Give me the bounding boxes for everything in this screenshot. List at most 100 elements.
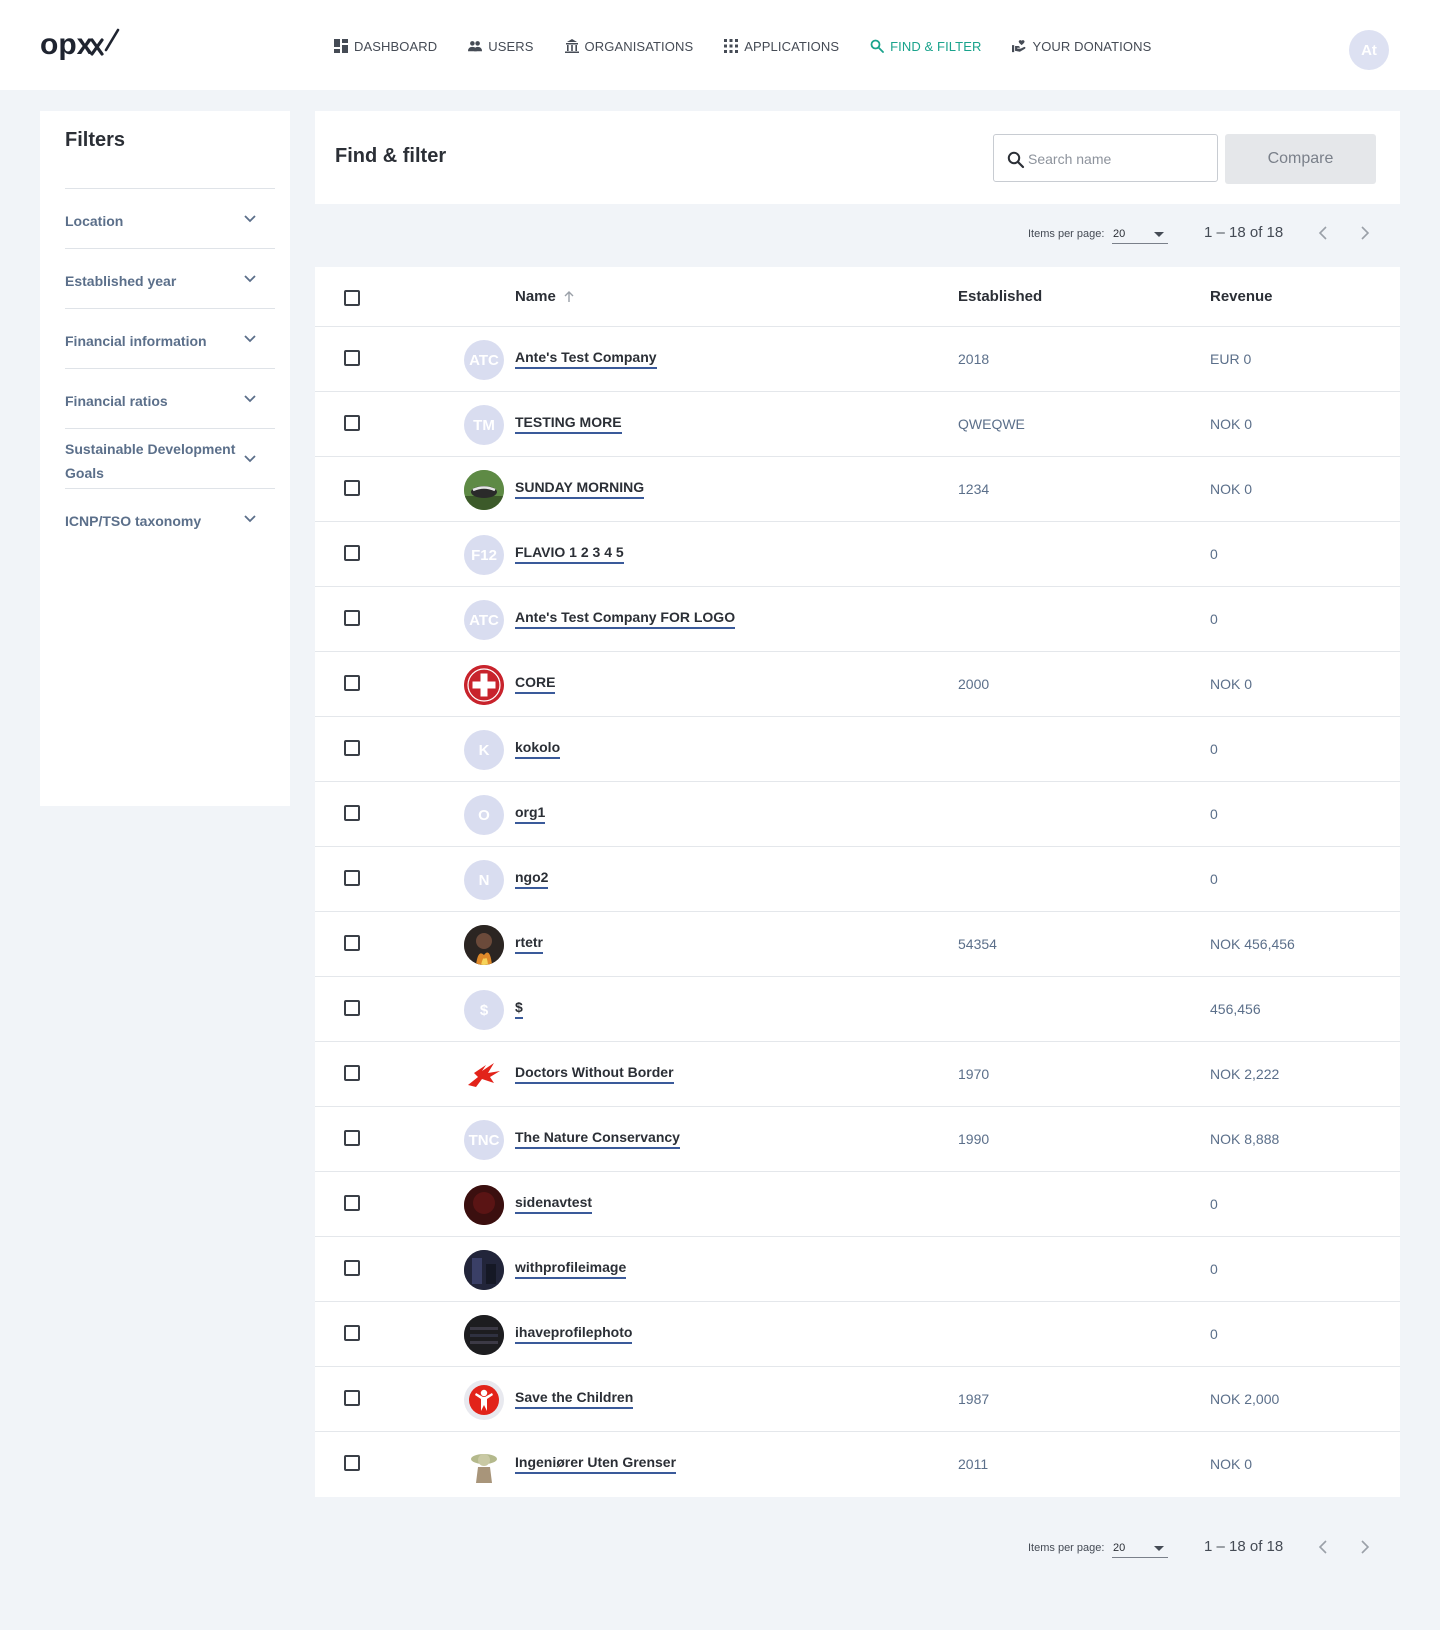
- table-row[interactable]: TM TESTING MORE QWEQWE NOK 0: [315, 392, 1400, 457]
- table-row[interactable]: SUNDAY MORNING 1234 NOK 0: [315, 457, 1400, 522]
- user-avatar[interactable]: At: [1349, 30, 1389, 70]
- previous-page-icon[interactable]: [1315, 224, 1333, 242]
- column-header-established[interactable]: Established: [958, 288, 1042, 305]
- column-header-name[interactable]: Name: [515, 288, 575, 305]
- org-name-link[interactable]: Ante's Test Company FOR LOGO: [515, 609, 736, 629]
- nav-applications-label: APPLICATIONS: [744, 38, 840, 54]
- org-name-link[interactable]: FLAVIO 1 2 3 4 5: [515, 544, 624, 564]
- items-per-page-select[interactable]: 20: [1112, 222, 1168, 244]
- filter-financial-information[interactable]: Financial information: [65, 308, 275, 368]
- row-checkbox[interactable]: [344, 1325, 360, 1341]
- row-checkbox[interactable]: [344, 1065, 360, 1081]
- paginator-top: Items per page: 20 1 – 18 of 18: [315, 216, 1400, 250]
- revenue-cell: 456,456: [1210, 1001, 1261, 1017]
- table-row[interactable]: Save the Children 1987 NOK 2,000: [315, 1367, 1400, 1432]
- org-name-link[interactable]: withprofileimage: [515, 1259, 627, 1279]
- table-row[interactable]: Doctors Without Border 1970 NOK 2,222: [315, 1042, 1400, 1107]
- row-checkbox[interactable]: [344, 1000, 360, 1016]
- row-checkbox[interactable]: [344, 805, 360, 821]
- filter-financial-ratios[interactable]: Financial ratios: [65, 368, 275, 428]
- revenue-cell: 0: [1210, 546, 1218, 562]
- org-name-link[interactable]: ngo2: [515, 869, 549, 889]
- nav-find-filter[interactable]: FIND & FILTER: [870, 36, 981, 56]
- org-name-link[interactable]: rtetr: [515, 934, 544, 954]
- row-checkbox[interactable]: [344, 1455, 360, 1471]
- table-row[interactable]: ihaveprofilephoto 0: [315, 1302, 1400, 1367]
- search-input[interactable]: [1028, 147, 1208, 171]
- opx-logo[interactable]: opx: [40, 26, 120, 64]
- table-row[interactable]: rtetr 54354 NOK 456,456: [315, 912, 1400, 977]
- figure-photo-icon: [471, 1454, 497, 1483]
- column-header-revenue[interactable]: Revenue: [1210, 288, 1273, 305]
- table-row[interactable]: O org1 0: [315, 782, 1400, 847]
- row-checkbox[interactable]: [344, 870, 360, 886]
- items-per-page-select[interactable]: 20: [1112, 1536, 1168, 1558]
- org-avatar: ATC: [464, 600, 504, 640]
- table-row[interactable]: withprofileimage 0: [315, 1237, 1400, 1302]
- dark-blue-photo-icon: [464, 1250, 504, 1290]
- filter-label: Established year: [65, 273, 177, 289]
- table-row[interactable]: ATC Ante's Test Company 2018 EUR 0: [315, 327, 1400, 392]
- org-name-link[interactable]: CORE: [515, 674, 556, 694]
- nav-your-donations[interactable]: YOUR DONATIONS: [1012, 36, 1151, 56]
- table-row[interactable]: ATC Ante's Test Company FOR LOGO 0: [315, 587, 1400, 652]
- table-row[interactable]: Ingeniører Uten Grenser 2011 NOK 0: [315, 1432, 1400, 1497]
- filter-sdg[interactable]: Sustainable Development Goals: [65, 428, 275, 488]
- org-name-link[interactable]: SUNDAY MORNING: [515, 479, 645, 499]
- filter-icnp-tso-taxonomy[interactable]: ICNP/TSO taxonomy: [65, 488, 275, 538]
- row-checkbox[interactable]: [344, 1260, 360, 1276]
- revenue-cell: 0: [1210, 806, 1218, 822]
- row-checkbox[interactable]: [344, 1390, 360, 1406]
- items-per-page-value: 20: [1113, 1542, 1126, 1554]
- chevron-down-icon: [244, 515, 256, 523]
- row-checkbox[interactable]: [344, 1130, 360, 1146]
- table-row[interactable]: F12 FLAVIO 1 2 3 4 5 0: [315, 522, 1400, 587]
- org-name-link[interactable]: Ante's Test Company: [515, 349, 657, 369]
- row-checkbox[interactable]: [344, 415, 360, 431]
- table-row[interactable]: sidenavtest 0: [315, 1172, 1400, 1237]
- org-avatar: O: [464, 795, 504, 835]
- org-name-link[interactable]: TESTING MORE: [515, 414, 622, 434]
- org-name-link[interactable]: sidenavtest: [515, 1194, 593, 1214]
- org-avatar: TNC: [464, 1120, 504, 1160]
- next-page-icon[interactable]: [1355, 224, 1373, 242]
- org-logo-msf: [464, 1055, 504, 1095]
- org-name-link[interactable]: org1: [515, 804, 546, 824]
- search-field[interactable]: [993, 134, 1218, 182]
- applications-icon: [724, 39, 739, 53]
- org-name-link[interactable]: The Nature Conservancy: [515, 1129, 680, 1149]
- previous-page-icon[interactable]: [1315, 1538, 1333, 1556]
- org-name-link[interactable]: Save the Children: [515, 1389, 634, 1409]
- revenue-cell: NOK 0: [1210, 416, 1253, 432]
- table-row[interactable]: CORE 2000 NOK 0: [315, 652, 1400, 717]
- nav-applications[interactable]: APPLICATIONS: [724, 36, 839, 56]
- org-name-link[interactable]: kokolo: [515, 739, 561, 759]
- compare-button[interactable]: Compare: [1225, 134, 1376, 184]
- row-checkbox[interactable]: [344, 480, 360, 496]
- items-per-page-value: 20: [1113, 228, 1126, 240]
- row-checkbox[interactable]: [344, 1195, 360, 1211]
- org-name-link[interactable]: $: [515, 999, 523, 1019]
- row-checkbox[interactable]: [344, 545, 360, 561]
- table-row[interactable]: TNC The Nature Conservancy 1990 NOK 8,88…: [315, 1107, 1400, 1172]
- row-checkbox[interactable]: [344, 740, 360, 756]
- row-checkbox[interactable]: [344, 935, 360, 951]
- table-row[interactable]: N ngo2 0: [315, 847, 1400, 912]
- filter-location[interactable]: Location: [65, 188, 275, 248]
- filter-established-year[interactable]: Established year: [65, 248, 275, 308]
- table-row[interactable]: $ $ 456,456: [315, 977, 1400, 1042]
- nav-dashboard[interactable]: DASHBOARD: [334, 36, 437, 56]
- row-checkbox[interactable]: [344, 610, 360, 626]
- org-name-link[interactable]: Doctors Without Border: [515, 1064, 674, 1084]
- nav-users[interactable]: USERS: [468, 36, 533, 56]
- established-cell: QWEQWE: [958, 416, 1025, 432]
- org-name-link[interactable]: Ingeniører Uten Grenser: [515, 1454, 677, 1474]
- org-name-link[interactable]: ihaveprofilephoto: [515, 1324, 633, 1344]
- nav-organisations[interactable]: ORGANISATIONS: [564, 36, 694, 56]
- table-row[interactable]: K kokolo 0: [315, 717, 1400, 782]
- row-checkbox[interactable]: [344, 675, 360, 691]
- revenue-cell: NOK 0: [1210, 481, 1253, 497]
- select-all-checkbox[interactable]: [344, 290, 360, 306]
- row-checkbox[interactable]: [344, 350, 360, 366]
- next-page-icon[interactable]: [1355, 1538, 1373, 1556]
